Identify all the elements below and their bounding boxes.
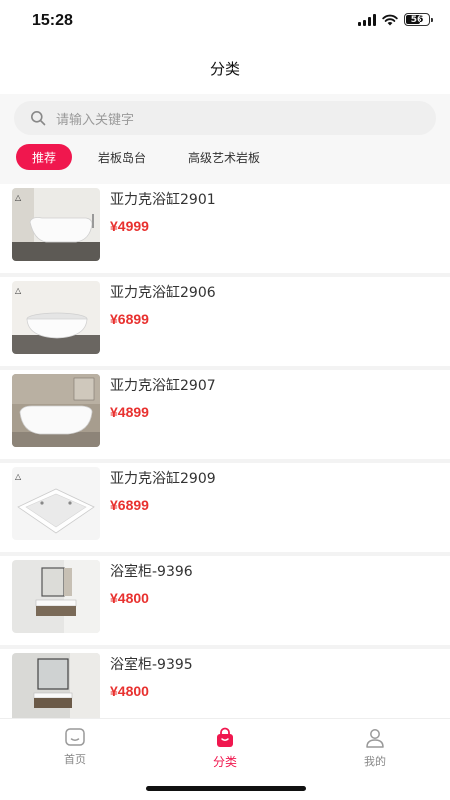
status-icons: 56: [358, 13, 433, 26]
product-card[interactable]: △ 亚力克浴缸2909 ¥6899: [0, 463, 450, 552]
product-price: ¥4899: [110, 404, 149, 420]
bag-icon: [217, 727, 233, 747]
signal-icon: [358, 13, 376, 26]
product-image: △: [12, 467, 100, 540]
category-tabs: 推荐 岩板岛台 高级艺术岩板: [16, 144, 276, 170]
tab-category-label: 分类: [212, 755, 237, 769]
nav-header: 分类: [0, 48, 450, 88]
tab-home[interactable]: 首页: [35, 727, 115, 767]
product-price: ¥6899: [110, 311, 149, 327]
product-name: 浴室柜-9396: [110, 564, 193, 580]
product-card[interactable]: △ 亚力克浴缸2906 ¥6899: [0, 277, 450, 366]
page-title: 分类: [209, 59, 240, 78]
product-card[interactable]: 亚力克浴缸2907 ¥4899: [0, 370, 450, 459]
svg-text:△: △: [15, 472, 22, 481]
product-price: ¥4800: [110, 590, 149, 606]
search-placeholder: 请输入关键字: [56, 112, 135, 128]
product-name: 亚力克浴缸2909: [110, 471, 216, 487]
product-name: 亚力克浴缸2907: [110, 378, 216, 394]
search-input[interactable]: 请输入关键字: [14, 101, 436, 135]
battery-icon: 56: [404, 13, 433, 26]
product-image: [12, 374, 100, 447]
wifi-icon: [382, 14, 398, 25]
tab-slate-island[interactable]: 岩板岛台: [82, 144, 162, 170]
tab-category[interactable]: 分类: [185, 727, 265, 770]
tab-recommended[interactable]: 推荐: [16, 144, 73, 170]
status-time: 15:28: [32, 12, 73, 29]
product-price: ¥6899: [110, 497, 149, 513]
battery-level: 56: [410, 14, 424, 25]
home-indicator: [146, 786, 306, 791]
screen: 15:28 56 分类 请输入关键字 推荐 岩板岛台 高级艺术岩板 △ 亚力克浴…: [0, 0, 450, 800]
product-card[interactable]: △ 亚力克浴缸2901 ¥4999: [0, 184, 450, 273]
product-image: △: [12, 188, 100, 261]
product-price: ¥4999: [110, 218, 149, 234]
tab-profile-label: 我的: [364, 755, 386, 768]
product-name: 亚力克浴缸2906: [110, 285, 216, 301]
status-bar: 15:28 56: [0, 0, 450, 44]
product-card[interactable]: 浴室柜-9396 ¥4800: [0, 556, 450, 645]
product-list: △ 亚力克浴缸2901 ¥4999 △ 亚力克浴缸2906 ¥6899 亚力克浴…: [0, 184, 450, 718]
product-price: ¥4800: [110, 683, 149, 699]
svg-text:△: △: [15, 193, 22, 202]
product-image: [12, 560, 100, 633]
svg-text:△: △: [15, 286, 22, 295]
product-name: 亚力克浴缸2901: [110, 192, 216, 208]
tab-art-slate[interactable]: 高级艺术岩板: [172, 144, 276, 170]
search-area: 请输入关键字 推荐 岩板岛台 高级艺术岩板: [0, 94, 450, 184]
tab-profile[interactable]: 我的: [335, 727, 415, 769]
tab-home-label: 首页: [64, 753, 86, 766]
product-card[interactable]: 浴室柜-9395 ¥4800: [0, 649, 450, 718]
product-image: [12, 653, 100, 718]
product-name: 浴室柜-9395: [110, 657, 193, 673]
home-icon: [65, 728, 85, 746]
user-icon: [366, 729, 384, 748]
product-image: △: [12, 281, 100, 354]
search-icon: [31, 111, 46, 126]
